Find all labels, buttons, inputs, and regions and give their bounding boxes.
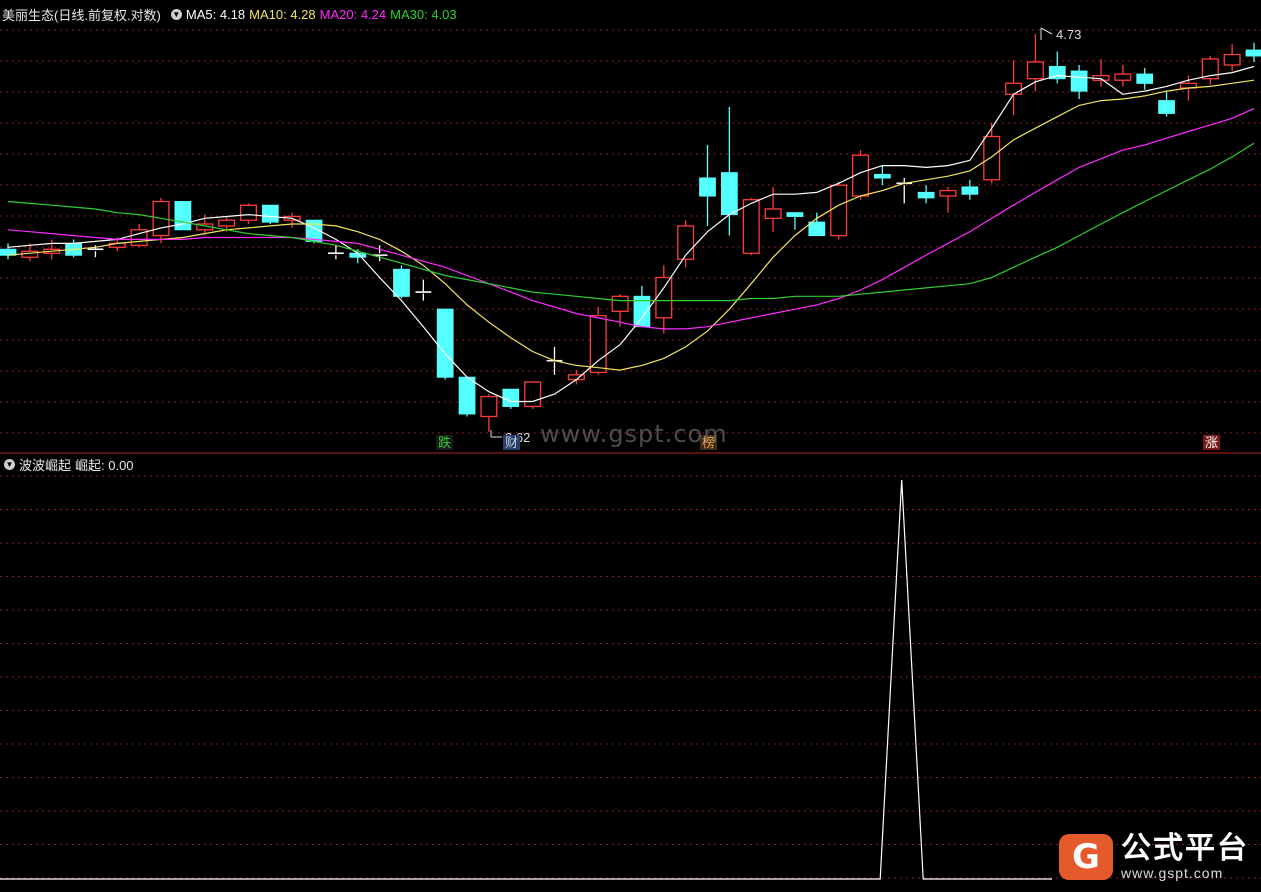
moving-average-lines: [7, 65, 1255, 403]
candle-body: [830, 184, 848, 237]
ma20-label: MA20: 4.24: [319, 6, 387, 22]
candle-body: [611, 295, 629, 312]
candle[interactable]: [415, 279, 432, 301]
candle[interactable]: [1223, 44, 1241, 72]
candle[interactable]: [567, 370, 585, 385]
candle-body: [480, 395, 498, 418]
settings-circle-icon[interactable]: ▼: [170, 8, 182, 20]
ma-line-ma30: [7, 142, 1255, 302]
candle-body: [589, 315, 607, 374]
candle[interactable]: [1070, 64, 1088, 100]
high-marker-arrow: [1040, 27, 1053, 35]
candle-body: [458, 376, 476, 415]
candle[interactable]: [786, 212, 804, 230]
ma-line-ma20: [7, 108, 1255, 330]
candle[interactable]: [699, 144, 716, 226]
candle-body: [764, 208, 782, 219]
watermark: www.gspt.com: [540, 420, 728, 448]
candle[interactable]: [43, 239, 61, 260]
stock-chart: 4.73 2.62 美丽生态(日线.前复权.对数) ▼ MA5: 4.18 MA…: [0, 0, 1261, 887]
high-price-label: 4.73: [1056, 27, 1081, 42]
candle-body: [677, 225, 695, 260]
candle-body: [1136, 73, 1154, 84]
candle[interactable]: [720, 106, 738, 236]
candle-body: [1070, 70, 1088, 92]
candle-body: [808, 221, 826, 237]
candle[interactable]: [393, 265, 410, 299]
indicator-settings-icon[interactable]: ▼: [4, 458, 15, 470]
candle-body: [1245, 49, 1261, 57]
candle[interactable]: [961, 179, 979, 200]
indicator-value: 崛起: 0.00: [75, 457, 134, 473]
ma5-label: MA5: 4.18: [185, 6, 246, 22]
candle[interactable]: [1158, 91, 1175, 117]
candle[interactable]: [1026, 34, 1044, 92]
ma-line-ma10: [7, 79, 1255, 371]
candle[interactable]: [239, 203, 257, 225]
indicator-title: 波波崛起: [19, 457, 72, 473]
candle-body: [502, 388, 520, 407]
logo-url: www.gspt.com: [1121, 865, 1224, 881]
candle[interactable]: [261, 204, 279, 225]
candle-body: [917, 191, 935, 199]
candle-body: [1223, 53, 1241, 66]
candle-body: [393, 268, 410, 297]
candle[interactable]: [1005, 60, 1023, 116]
candle[interactable]: [1245, 42, 1261, 62]
candle-body: [436, 308, 454, 378]
chart-title: 美丽生态(日线.前复权.对数): [2, 7, 161, 23]
candle-body: [218, 219, 236, 227]
candle[interactable]: [830, 181, 848, 240]
price-annotations: 4.73 2.62: [490, 27, 1081, 445]
candle-body: [961, 186, 979, 195]
candle-body: [1005, 82, 1023, 95]
candle[interactable]: [1136, 68, 1154, 90]
ma-line-ma5: [7, 65, 1255, 403]
candle-body: [239, 204, 257, 221]
candle[interactable]: [939, 186, 957, 213]
candle[interactable]: [677, 220, 695, 268]
indicator-series-line: [0, 479, 1052, 880]
candle[interactable]: [896, 177, 913, 204]
candle-body: [1026, 61, 1044, 80]
candle-body: [874, 173, 891, 179]
candle-body: [1114, 73, 1132, 81]
candle-body: [983, 135, 1001, 181]
candle[interactable]: [917, 185, 935, 204]
candle[interactable]: [458, 376, 476, 417]
gspt-logo: G 公式平台 www.gspt.com: [1059, 833, 1249, 881]
candle[interactable]: [0, 243, 17, 260]
candle-body: [524, 381, 542, 408]
candle-body: [261, 204, 279, 223]
tag-die[interactable]: 跌: [436, 435, 454, 450]
logo-name: 公式平台: [1121, 832, 1249, 865]
candle[interactable]: [152, 197, 170, 244]
candle[interactable]: [655, 265, 673, 334]
candle[interactable]: [1114, 64, 1132, 87]
candle[interactable]: [1048, 51, 1066, 84]
candle-body: [720, 172, 738, 216]
candle-body: [1158, 100, 1175, 114]
candle[interactable]: [633, 285, 651, 328]
candle[interactable]: [480, 394, 498, 432]
tag-cai[interactable]: 财: [503, 435, 521, 450]
candle[interactable]: [874, 165, 891, 186]
candle-body: [786, 212, 804, 217]
main-chart-header: 美丽生态(日线.前复权.对数) ▼ MA5: 4.18 MA10: 4.28 M…: [0, 4, 461, 24]
ma10-label: MA10: 4.28: [249, 6, 316, 22]
ma30-label: MA30: 4.03: [390, 6, 457, 22]
indicator-grid: [0, 475, 1261, 879]
candle-body: [655, 276, 673, 319]
candlestick-series[interactable]: [0, 34, 1261, 432]
candle-body: [939, 189, 957, 197]
indicator-header: ▼ 波波崛起 崛起: 0.00: [0, 454, 138, 474]
g-logo-icon: G: [1059, 834, 1113, 880]
tag-zhang[interactable]: 涨: [1203, 435, 1221, 450]
candle[interactable]: [1201, 55, 1219, 85]
candle-body: [742, 199, 760, 254]
indicator-line: [0, 479, 1052, 880]
candle[interactable]: [524, 381, 542, 409]
candle[interactable]: [436, 308, 454, 380]
candle-body: [699, 177, 716, 197]
